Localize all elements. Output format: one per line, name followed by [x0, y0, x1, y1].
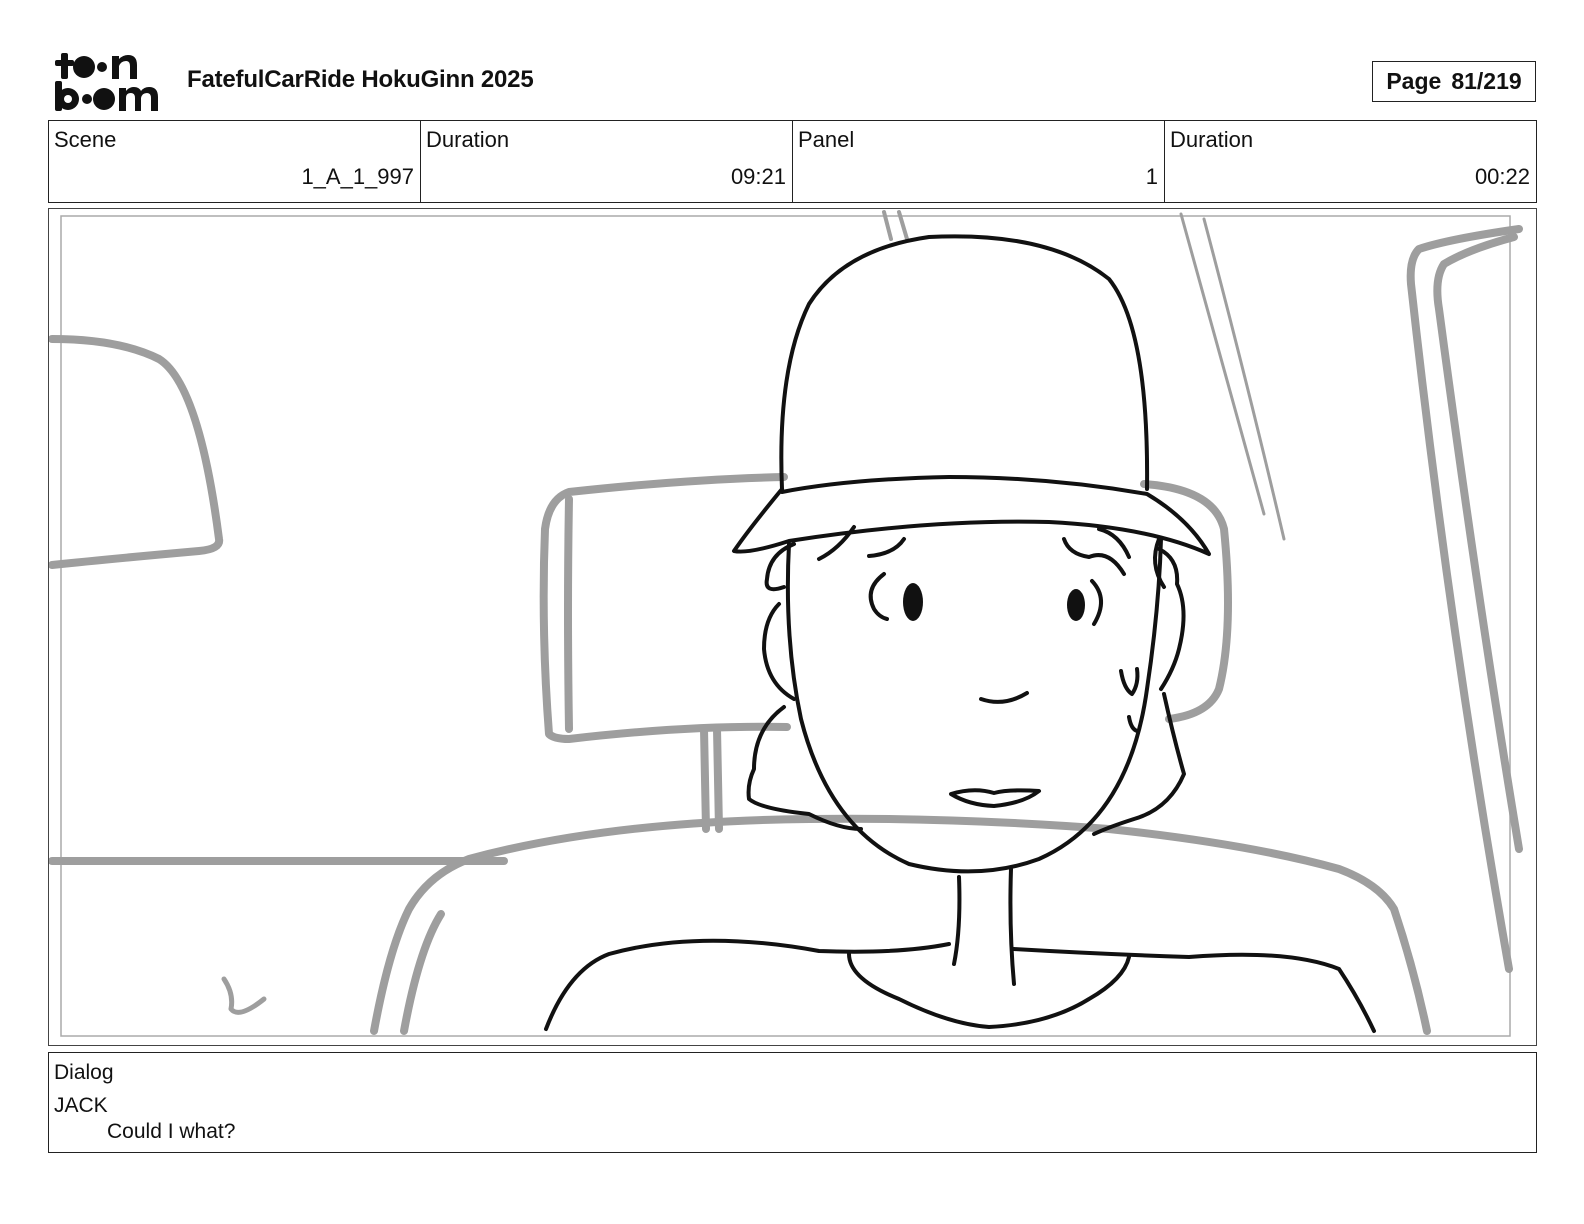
scene-duration-value: 09:21 [730, 164, 786, 189]
panel-label: Panel [798, 127, 855, 152]
storyboard-panel [48, 208, 1537, 1046]
scene-label: Scene [54, 127, 117, 152]
dialog-label: Dialog [54, 1061, 114, 1084]
page-indicator: Page 81/219 [1372, 61, 1536, 102]
panel-duration-label: Duration [1170, 127, 1254, 152]
eyes [903, 583, 1085, 621]
character-sketch [544, 234, 1376, 1033]
left-eye [903, 583, 923, 621]
document-title: FatefulCarRide HokuGinn 2025 [187, 66, 534, 93]
dialog-line: Could I what? [107, 1120, 236, 1143]
info-header-row: Scene 1_A_1_997 Duration 09:21 Panel 1 D… [48, 120, 1537, 203]
dialog-section: Dialog JACK Could I what? [48, 1052, 1537, 1153]
right-eye [1067, 589, 1085, 621]
toon-boom-logo [52, 50, 164, 112]
toon-boom-logo-icon [55, 53, 158, 111]
panel-duration-cell: Duration 00:22 [1165, 121, 1536, 202]
scene-value: 1_A_1_997 [301, 164, 414, 189]
panel-duration-value: 00:22 [1474, 164, 1530, 189]
page-label: Page [1386, 68, 1442, 94]
panel-value: 1 [1145, 164, 1158, 189]
dialog-speaker: JACK [54, 1094, 108, 1117]
page-value: 81/219 [1451, 68, 1522, 94]
safe-area-frame [60, 215, 1511, 1037]
panel-drawing [49, 210, 1523, 1037]
scene-duration-label: Duration [426, 127, 510, 152]
car-interior-sketch [49, 210, 1523, 1035]
scene-duration-cell: Duration 09:21 [421, 121, 793, 202]
scene-cell: Scene 1_A_1_997 [49, 121, 421, 202]
panel-cell: Panel 1 [793, 121, 1165, 202]
